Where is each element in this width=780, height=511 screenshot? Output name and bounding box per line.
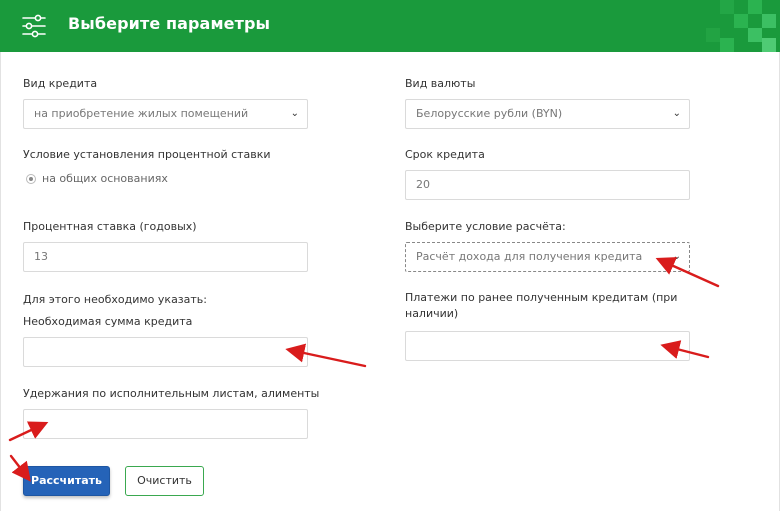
chevron-down-icon: ⌄	[290, 108, 299, 119]
currency-select[interactable]: Белорусские рубли (BYN) ⌄	[405, 99, 690, 129]
deductions-label: Удержания по исполнительным листам, алим…	[23, 387, 320, 400]
loan-amount-label: Необходимая сумма кредита	[23, 315, 193, 328]
rate-condition-option-label: на общих основаниях	[42, 172, 168, 185]
sliders-icon	[22, 14, 46, 38]
required-note: Для этого необходимо указать:	[23, 293, 207, 306]
currency-value: Белорусские рубли (BYN)	[416, 107, 563, 120]
rate-input[interactable]: 13	[23, 242, 308, 272]
chevron-down-icon: ⌄	[672, 251, 681, 262]
page-title: Выберите параметры	[68, 14, 271, 33]
credit-type-label: Вид кредита	[23, 77, 98, 90]
term-label: Срок кредита	[405, 148, 485, 161]
rate-condition-label: Условие установления процентной ставки	[23, 148, 271, 161]
clear-button[interactable]: Очистить	[125, 466, 204, 496]
radio-button[interactable]	[26, 173, 36, 184]
chevron-down-icon: ⌄	[672, 108, 681, 119]
header-decoration	[690, 0, 780, 52]
currency-label: Вид валюты	[405, 77, 476, 90]
calc-condition-select[interactable]: Расчёт дохода для получения кредита ⌄	[405, 242, 690, 272]
deductions-input[interactable]	[23, 409, 308, 439]
rate-condition-radio-option[interactable]: на общих основаниях	[26, 172, 168, 185]
page-header: Выберите параметры	[0, 0, 780, 52]
rate-label: Процентная ставка (годовых)	[23, 220, 197, 233]
calc-condition-value: Расчёт дохода для получения кредита	[416, 250, 643, 263]
previous-payments-label: Платежи по ранее полученным кредитам (пр…	[405, 291, 678, 320]
calc-condition-label: Выберите условие расчёта:	[405, 220, 566, 233]
calculate-button[interactable]: Рассчитать	[23, 466, 110, 496]
credit-type-value: на приобретение жилых помещений	[34, 107, 249, 120]
previous-payments-input[interactable]	[405, 331, 690, 361]
credit-type-select[interactable]: на приобретение жилых помещений ⌄	[23, 99, 308, 129]
loan-amount-input[interactable]	[23, 337, 308, 367]
term-input[interactable]: 20	[405, 170, 690, 200]
